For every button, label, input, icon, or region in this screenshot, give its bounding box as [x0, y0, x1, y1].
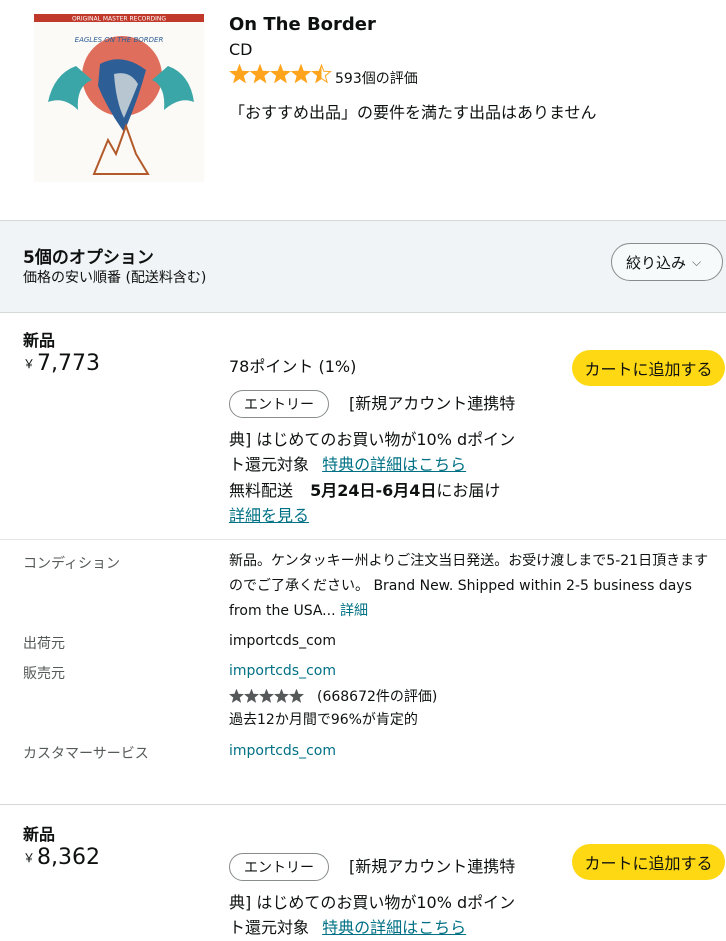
- seller-positive-text: 過去12か月間で96%が肯定的: [229, 712, 418, 728]
- offer-separator: [0, 804, 726, 805]
- delivery-info: 無料配送 5月24日-6月4日にお届け: [229, 478, 500, 504]
- star-icon: [274, 689, 289, 703]
- product-title[interactable]: On The Border: [229, 14, 376, 35]
- promo-text-line1: [新規アカウント連携特: [349, 857, 516, 876]
- add-to-cart-button[interactable]: カートに追加する: [572, 350, 725, 386]
- seller-stars-icon: [229, 689, 304, 703]
- filter-button[interactable]: 絞り込み ⌵: [611, 243, 723, 281]
- condition-more-link[interactable]: 詳細: [340, 603, 368, 619]
- chevron-down-icon: ⌵: [692, 254, 702, 269]
- sort-order-text: 価格の安い順番 (配送料含む): [23, 270, 207, 286]
- price-value: 7,773: [37, 351, 100, 376]
- offer-condition: 新品: [23, 331, 56, 350]
- product-rating-stars[interactable]: [229, 63, 333, 86]
- star-icon: [229, 63, 250, 84]
- condition-description: 新品。ケンタッキー州よりご注文当日発送。お受け渡しまで5-21日頂きますのでご了…: [229, 549, 719, 624]
- star-icon: [229, 689, 244, 703]
- delivery-prefix: 無料配送: [229, 481, 294, 500]
- customer-service-label: カスタマーサービス: [23, 746, 149, 762]
- promo-text-tail: ト還元対象: [229, 455, 310, 474]
- album-cover[interactable]: ORIGINAL MASTER RECORDING EAGLES ON THE …: [34, 14, 204, 182]
- points-text: 78ポイント (1%): [229, 357, 357, 376]
- delivery-dates: 5月24日-6月4日: [310, 481, 437, 500]
- promo-text-line3: ト還元対象 特典の詳細はこちら: [229, 915, 466, 941]
- seller-rating[interactable]: (668672件の評価): [229, 687, 437, 705]
- star-icon: [290, 63, 312, 84]
- promo-text-line3: ト還元対象 特典の詳細はこちら: [229, 452, 466, 478]
- rating-count[interactable]: 593個の評価: [335, 68, 418, 88]
- seller-label: 販売元: [23, 666, 65, 682]
- entry-button[interactable]: エントリー: [229, 390, 329, 418]
- price-value: 8,362: [37, 845, 100, 870]
- offer-condition: 新品: [23, 825, 56, 844]
- currency-symbol: ￥: [23, 357, 36, 371]
- condition-label: コンディション: [23, 556, 121, 572]
- shipper-label: 出荷元: [23, 636, 65, 652]
- seller-link[interactable]: importcds_com: [229, 659, 336, 684]
- options-count-title: 5個のオプション: [23, 248, 154, 268]
- product-format: CD: [229, 40, 253, 59]
- offer-price: ￥ 7,773: [23, 351, 100, 376]
- filter-label: 絞り込み: [626, 253, 687, 272]
- star-icon: [289, 689, 304, 703]
- shipper-value: importcds_com: [229, 633, 337, 649]
- offer-divider: [0, 539, 726, 540]
- customer-service-link[interactable]: importcds_com: [229, 739, 336, 764]
- star-icon: [270, 63, 291, 84]
- star-icon: [244, 689, 259, 703]
- delivery-details-link[interactable]: 詳細を見る: [229, 503, 309, 529]
- promo-text-line2: 典] はじめてのお買い物が10% dポイン: [229, 893, 516, 912]
- album-bottom-text: EAGLES ON THE BORDER: [75, 36, 164, 44]
- promo-text-line1: [新規アカウント連携特: [349, 394, 516, 413]
- star-icon: [259, 689, 274, 703]
- entry-button[interactable]: エントリー: [229, 853, 329, 881]
- album-top-text: ORIGINAL MASTER RECORDING: [72, 16, 166, 23]
- add-to-cart-button[interactable]: カートに追加する: [572, 844, 725, 880]
- currency-symbol: ￥: [23, 851, 36, 865]
- featured-offer-note: 「おすすめ出品」の要件を満たす出品はありません: [229, 103, 597, 122]
- promo-text-line2: 典] はじめてのお買い物が10% dポイン: [229, 430, 516, 449]
- promo-details-link[interactable]: 特典の詳細はこちら: [322, 455, 466, 474]
- offer-price: ￥ 8,362: [23, 845, 100, 870]
- star-icon: [249, 63, 271, 84]
- delivery-suffix: にお届け: [436, 481, 501, 500]
- condition-text: 新品。ケンタッキー州よりご注文当日発送。お受け渡しまで5-21日頂きますのでご了…: [229, 553, 709, 619]
- seller-rating-count: (668672件の評価): [317, 689, 438, 705]
- star-icon: [311, 63, 332, 84]
